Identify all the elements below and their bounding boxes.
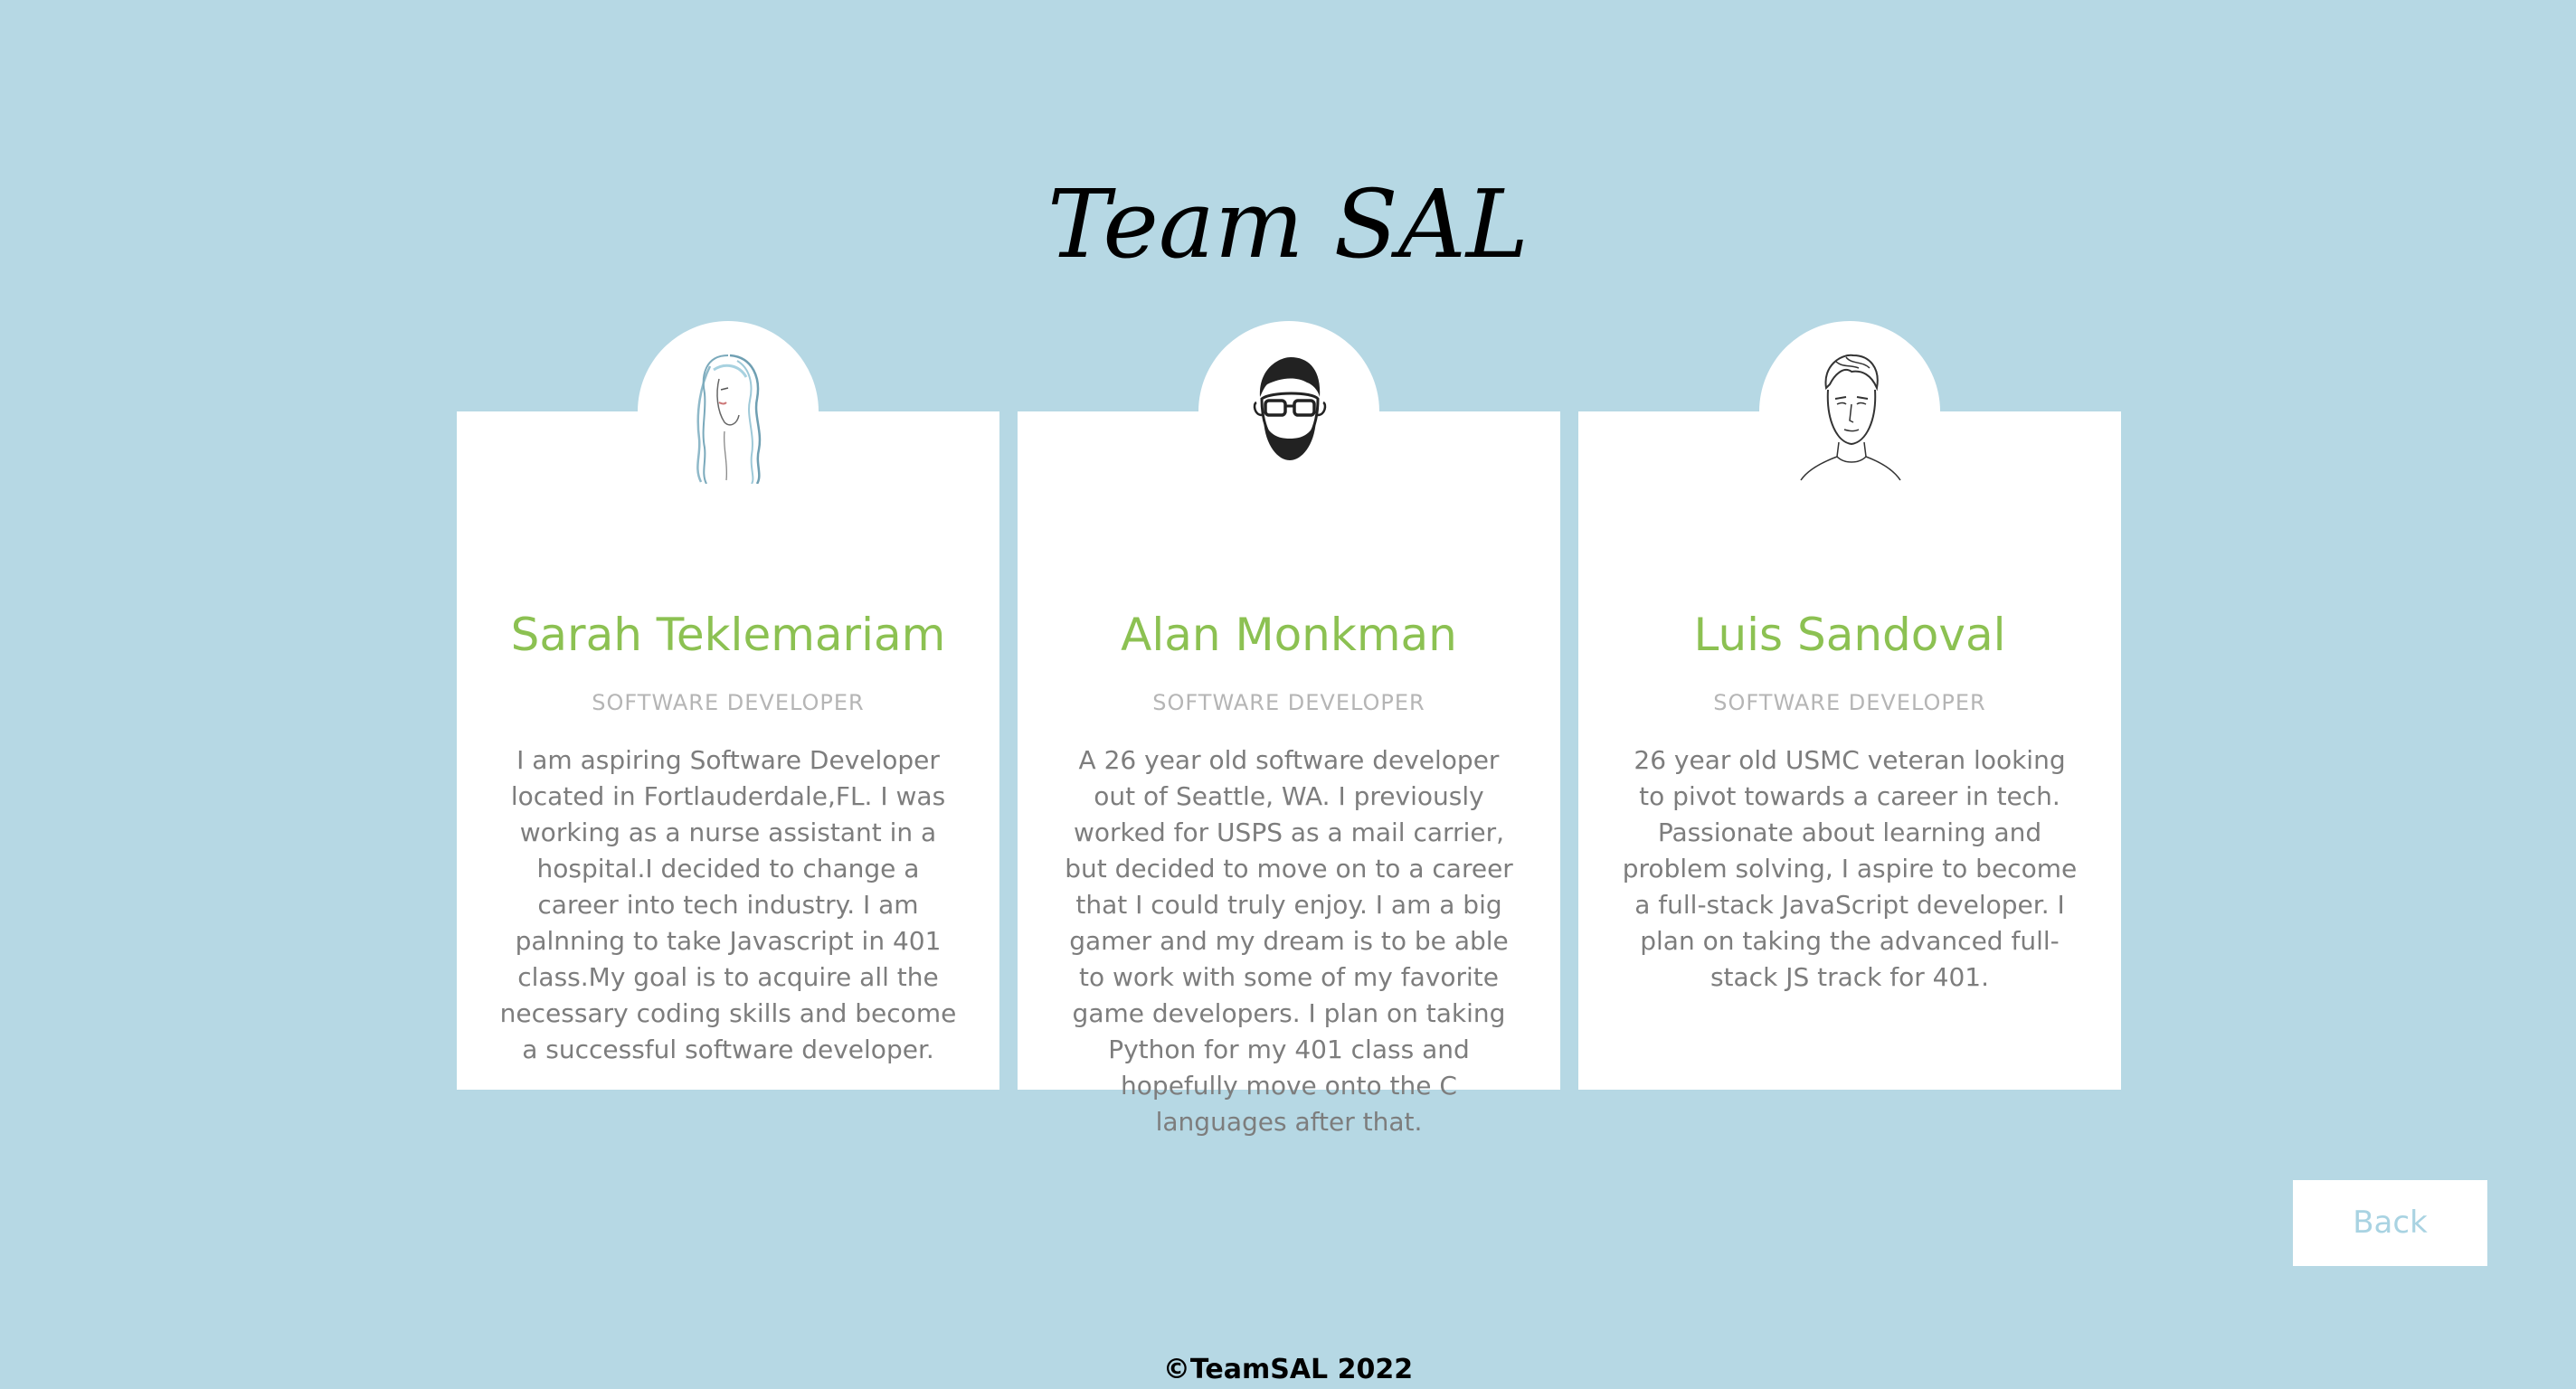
member-name: Alan Monkman <box>1121 609 1457 661</box>
member-role: SOFTWARE DEVELOPER <box>1713 690 1986 715</box>
member-role: SOFTWARE DEVELOPER <box>592 690 865 715</box>
footer-copyright: ©TeamSAL 2022 <box>1162 1354 1414 1385</box>
bearded-man-glasses-avatar-icon <box>1253 357 1327 460</box>
member-card-sarah: Sarah Teklemariam SOFTWARE DEVELOPER I a… <box>457 321 999 1090</box>
member-card-body: Luis Sandoval SOFTWARE DEVELOPER 26 year… <box>1578 411 2121 1090</box>
member-card-body: Sarah Teklemariam SOFTWARE DEVELOPER I a… <box>457 411 999 1090</box>
member-role: SOFTWARE DEVELOPER <box>1152 690 1425 715</box>
team-cards: Sarah Teklemariam SOFTWARE DEVELOPER I a… <box>457 321 2121 1137</box>
woman-sketch-avatar-icon <box>696 354 762 484</box>
man-sketch-avatar-icon <box>1800 354 1901 481</box>
member-bio: I am aspiring Software Developer located… <box>499 745 957 1064</box>
member-name: Luis Sandoval <box>1693 609 2006 661</box>
back-button[interactable]: Back <box>2293 1180 2487 1266</box>
member-bio: 26 year old USMC veteran looking to pivo… <box>1622 745 2078 992</box>
member-card-alan: Alan Monkman SOFTWARE DEVELOPER A 26 yea… <box>1018 321 1560 1137</box>
member-card-body: Alan Monkman SOFTWARE DEVELOPER A 26 yea… <box>1018 411 1560 1137</box>
page-title: Team SAL <box>1047 169 1529 279</box>
member-name: Sarah Teklemariam <box>510 609 946 661</box>
member-card-luis: Luis Sandoval SOFTWARE DEVELOPER 26 year… <box>1578 321 2121 1090</box>
member-bio: A 26 year old software developer out of … <box>1065 745 1513 1137</box>
